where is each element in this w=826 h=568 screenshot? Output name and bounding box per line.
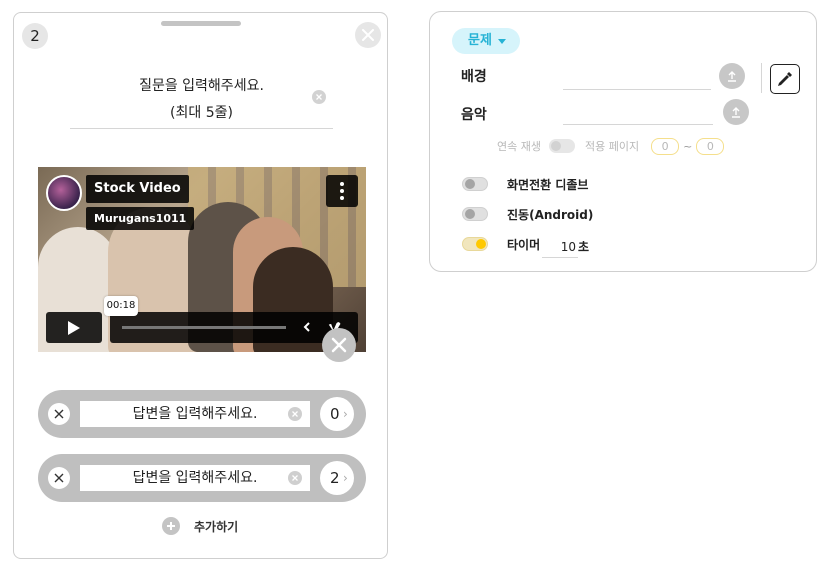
- timer-toggle[interactable]: [462, 237, 488, 251]
- apply-pages-label: 적용 페이지: [584, 140, 640, 153]
- close-icon: [362, 29, 374, 41]
- question-clear-button[interactable]: [312, 90, 326, 104]
- eyedropper-icon: [778, 72, 792, 86]
- answer-target-page-button[interactable]: 0 ›: [320, 397, 354, 431]
- color-picker-button[interactable]: [770, 64, 800, 94]
- close-card-button[interactable]: [355, 22, 381, 48]
- timer-value-input[interactable]: 10: [542, 236, 578, 258]
- question-card: 2 질문을 입력해주세요. (최대 5줄) Stock Video Muruga…: [13, 12, 388, 559]
- background-label: 배경: [461, 69, 487, 85]
- answer-row: 답변을 입력해주세요. 2 ›: [38, 454, 366, 502]
- upload-icon: [728, 71, 736, 82]
- question-type-dropdown[interactable]: 문제: [452, 28, 520, 54]
- answer-row: 답변을 입력해주세요. 0 ›: [38, 390, 366, 438]
- question-input[interactable]: 질문을 입력해주세요. (최대 5줄): [70, 73, 333, 129]
- toggle-knob: [465, 179, 475, 189]
- chevron-right-icon: ›: [343, 471, 348, 485]
- transition-label: 화면전환 디졸브: [507, 178, 589, 192]
- page-number-badge: 2: [22, 23, 48, 49]
- background-upload-button[interactable]: [719, 63, 745, 89]
- question-line-1: 질문을 입력해주세요.: [139, 78, 264, 94]
- timer-label: 타이머: [507, 238, 541, 252]
- more-vertical-icon: [340, 189, 344, 193]
- plus-icon: [162, 517, 180, 535]
- apply-page-from-input[interactable]: 0: [651, 137, 680, 155]
- chevron-left-icon[interactable]: [300, 320, 314, 334]
- video-title[interactable]: Stock Video: [86, 175, 189, 203]
- answer-input[interactable]: 답변을 입력해주세요.: [80, 401, 310, 427]
- question-line-2: (최대 5줄): [170, 105, 233, 121]
- close-icon: [54, 473, 64, 483]
- channel-avatar[interactable]: [46, 175, 82, 211]
- chevron-right-icon: ›: [343, 407, 348, 421]
- music-file-field[interactable]: [563, 124, 713, 125]
- caret-down-icon: [498, 39, 506, 44]
- apply-page-to-input[interactable]: 0: [696, 137, 725, 155]
- add-answer-button[interactable]: 추가하기: [162, 516, 238, 536]
- background-file-field[interactable]: [563, 89, 711, 90]
- continuous-play-label: 연속 재생: [497, 140, 541, 153]
- close-icon: [54, 409, 64, 419]
- remove-answer-button[interactable]: [48, 467, 70, 489]
- video-player[interactable]: Stock Video Murugans1011 00:18: [38, 167, 366, 352]
- video-time-tooltip: 00:18: [104, 296, 138, 316]
- drag-handle[interactable]: [161, 21, 241, 26]
- toggle-knob: [476, 239, 486, 249]
- close-icon: [331, 337, 347, 353]
- answer-input[interactable]: 답변을 입력해주세요.: [80, 465, 310, 491]
- vibration-label: 진동(Android): [507, 208, 594, 222]
- answer-target-page-button[interactable]: 2 ›: [320, 461, 354, 495]
- music-upload-button[interactable]: [723, 99, 749, 125]
- answer-clear-button[interactable]: [288, 471, 302, 485]
- video-progress-track[interactable]: [122, 326, 286, 329]
- answer-clear-button[interactable]: [288, 407, 302, 421]
- play-button[interactable]: [46, 312, 102, 343]
- upload-icon: [732, 107, 740, 118]
- page-range-separator: ~: [683, 139, 693, 153]
- play-icon: [68, 320, 80, 335]
- remove-answer-button[interactable]: [48, 403, 70, 425]
- close-icon: [292, 475, 298, 481]
- more-vertical-icon: [340, 182, 344, 186]
- video-channel-name[interactable]: Murugans1011: [86, 207, 195, 230]
- vibration-toggle[interactable]: [462, 207, 488, 221]
- video-more-button[interactable]: [326, 175, 358, 207]
- settings-panel: 문제 배경 음악 연속 재생 적용 페이지 0 ~ 0 화면전환 디졸브 진동(…: [429, 11, 817, 272]
- continuous-play-toggle[interactable]: [548, 139, 575, 153]
- transition-toggle[interactable]: [462, 177, 488, 191]
- more-vertical-icon: [340, 196, 344, 200]
- toggle-knob: [465, 209, 475, 219]
- add-answer-label: 추가하기: [194, 519, 239, 534]
- close-icon: [292, 411, 298, 417]
- close-icon: [316, 94, 322, 100]
- video-controls-bar: [110, 312, 358, 343]
- timer-unit-label: 초: [578, 240, 590, 254]
- remove-video-button[interactable]: [322, 328, 356, 362]
- answer-target-page: 0: [330, 405, 340, 423]
- continuous-play-row: 연속 재생 적용 페이지 0 ~ 0: [497, 136, 725, 156]
- answer-target-page: 2: [330, 469, 340, 487]
- music-label: 음악: [461, 107, 487, 123]
- divider: [761, 63, 762, 93]
- question-type-label: 문제: [468, 33, 492, 48]
